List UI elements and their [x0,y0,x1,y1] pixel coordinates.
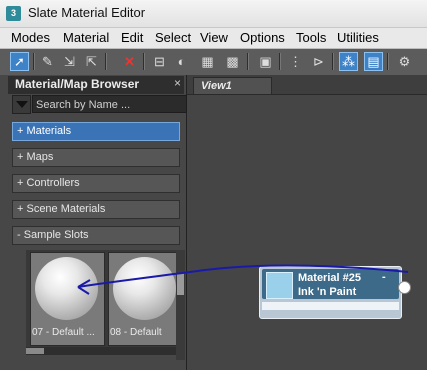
search-input[interactable] [32,95,187,113]
toolbar-separator [387,53,389,70]
menu-utilities[interactable]: Utilities [337,30,379,45]
browser-title: Material/Map Browser [15,77,140,91]
arrange-icon[interactable]: ⊳ [309,52,328,71]
title-bar: 3 Slate Material Editor [0,0,427,28]
node-footer [262,302,399,310]
background-icon[interactable]: ▦ [198,52,217,71]
toolbar: ➚ ✎ ⇲ ⇱ ✕ ⊟ ◐ ▦ ▩ ▣ ⋮ ⊳ ⁂ ▤ ⚙ [0,49,427,76]
scrollbar-thumb[interactable] [177,273,184,295]
toolbar-separator [143,53,145,70]
put-to-scene-icon[interactable]: ⇲ [60,52,79,71]
layout-icon[interactable]: ▩ [223,52,242,71]
material-sphere-preview [113,257,176,320]
rollout-maps[interactable]: + Maps [12,148,180,167]
slots-horizontal-scrollbar[interactable] [26,347,176,355]
rollout-controllers[interactable]: + Controllers [12,174,180,193]
browser-vertical-scrollbar[interactable] [176,250,185,360]
close-icon[interactable]: × [174,76,181,90]
scrollbar-thumb[interactable] [26,348,44,354]
node-title: Material #25 [298,272,361,284]
menu-material[interactable]: Material [63,30,109,45]
material-node[interactable]: Material #25 Ink 'n Paint - [259,266,411,319]
sample-slot-08[interactable]: 08 - Default [108,252,183,346]
parameter-editor-icon[interactable]: ▤ [364,52,383,71]
3ds-max-icon: 3 [6,6,21,21]
menu-edit[interactable]: Edit [121,30,143,45]
sample-slot-07[interactable]: 07 - Default ... [30,252,105,346]
show-map-icon[interactable]: ▣ [256,52,275,71]
slot-label: 07 - Default ... [32,327,95,338]
delete-icon[interactable]: ✕ [120,52,139,71]
slot-label: 08 - Default [110,327,162,338]
output-socket[interactable] [398,281,411,294]
menu-bar: Modes Material Edit Select View Options … [0,28,427,49]
toolbar-separator [247,53,249,70]
menu-view[interactable]: View [200,30,228,45]
collapse-icon[interactable]: - [382,271,386,283]
menu-select[interactable]: Select [155,30,191,45]
toolbar-separator [332,53,334,70]
rollout-scene-materials[interactable]: + Scene Materials [12,200,180,219]
material-map-browser-icon[interactable]: ⁂ [339,52,358,71]
toolbar-separator [105,53,107,70]
node-subtitle: Ink 'n Paint [298,286,357,298]
sample-type-icon[interactable]: ◐ [172,52,191,71]
material-sphere-preview [35,257,98,320]
material-swatch [266,272,293,299]
menu-modes[interactable]: Modes [11,30,50,45]
material-map-browser-panel: Material/Map Browser × + Materials + Map… [0,75,187,370]
tab-view1[interactable]: View1 [193,77,272,94]
assign-material-icon[interactable]: ⇱ [82,52,101,71]
select-by-material-icon[interactable]: ⚙ [395,52,414,71]
select-arrow-icon[interactable]: ➚ [10,52,29,71]
window-title: Slate Material Editor [28,5,146,20]
toolbar-separator [279,53,281,70]
menu-options[interactable]: Options [240,30,285,45]
rollout-materials[interactable]: + Materials [12,122,180,141]
browser-header: Material/Map Browser × [8,76,184,94]
search-options-dropdown[interactable] [12,95,31,114]
view-area: View1 Material #25 Ink 'n Paint - [187,75,427,370]
layout-all-icon[interactable]: ⋮ [286,52,305,71]
node-header[interactable]: Material #25 Ink 'n Paint - [262,269,399,299]
sample-slots-area: 07 - Default ... 08 - Default [26,250,183,347]
move-children-icon[interactable]: ⊟ [150,52,169,71]
node-view-canvas[interactable]: Material #25 Ink 'n Paint - [187,95,427,370]
search-row [12,94,187,114]
eyedropper-icon[interactable]: ✎ [38,52,57,71]
rollout-sample-slots[interactable]: - Sample Slots [12,226,180,245]
menu-tools[interactable]: Tools [296,30,326,45]
toolbar-separator [33,53,35,70]
